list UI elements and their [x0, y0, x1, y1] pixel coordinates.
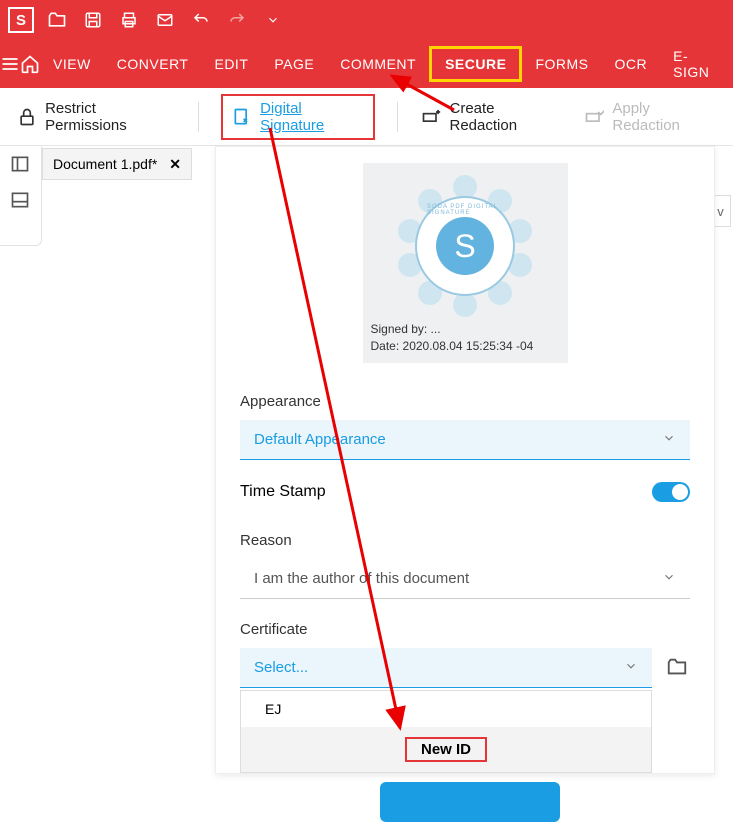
- restrict-permissions-label: Restrict Permissions: [45, 100, 176, 134]
- redo-icon: [224, 7, 250, 33]
- appearance-value: Default Appearance: [254, 431, 386, 448]
- menu-bar: VIEW CONVERT EDIT PAGE COMMENT SECURE FO…: [0, 40, 733, 88]
- separator: [397, 102, 398, 132]
- action-button-partial[interactable]: [380, 782, 560, 822]
- appearance-label: Appearance: [240, 393, 690, 410]
- digital-signature-panel: SODA PDF DIGITAL SIGNATURE S Signed by: …: [215, 146, 715, 774]
- seal-ring-text: SODA PDF DIGITAL SIGNATURE: [427, 204, 513, 216]
- certificate-options-list: EJ New ID: [240, 690, 652, 773]
- undo-icon[interactable]: [188, 7, 214, 33]
- signature-preview: SODA PDF DIGITAL SIGNATURE S Signed by: …: [363, 163, 568, 363]
- mail-icon[interactable]: [152, 7, 178, 33]
- menu-comment[interactable]: COMMENT: [327, 40, 429, 88]
- title-bar: S: [0, 0, 733, 40]
- browse-certificate-icon[interactable]: [666, 656, 690, 680]
- close-tab-icon[interactable]: ✕: [169, 156, 181, 173]
- tab-strip: Document 1.pdf* ✕: [42, 146, 192, 182]
- redaction-apply-icon: [583, 106, 604, 128]
- side-panel-toggles: [0, 146, 42, 246]
- signed-by-text: Signed by: ...: [371, 321, 560, 338]
- home-icon[interactable]: [20, 40, 40, 88]
- menu-forms[interactable]: FORMS: [522, 40, 601, 88]
- chevron-down-icon: [662, 570, 676, 588]
- signature-meta: Signed by: ... Date: 2020.08.04 15:25:34…: [371, 321, 560, 355]
- document-tab[interactable]: Document 1.pdf* ✕: [42, 148, 192, 180]
- panel-toggle-bottom-icon[interactable]: [10, 190, 32, 212]
- menu-view[interactable]: VIEW: [40, 40, 104, 88]
- seal-center-letter: S: [436, 217, 494, 275]
- signed-date-text: Date: 2020.08.04 15:25:34 -04: [371, 338, 560, 355]
- redaction-create-icon: [420, 106, 441, 128]
- app-logo[interactable]: S: [8, 7, 34, 33]
- create-redaction-label: Create Redaction: [450, 100, 562, 134]
- menu-ocr[interactable]: OCR: [602, 40, 661, 88]
- signature-icon: [231, 106, 252, 128]
- restrict-permissions-button[interactable]: Restrict Permissions: [16, 100, 176, 134]
- open-icon[interactable]: [44, 7, 70, 33]
- apply-redaction-button: Apply Redaction: [583, 100, 717, 134]
- time-stamp-row: Time Stamp: [240, 482, 690, 502]
- appearance-dropdown[interactable]: Default Appearance: [240, 420, 690, 460]
- time-stamp-toggle[interactable]: [652, 482, 690, 502]
- menu-page[interactable]: PAGE: [261, 40, 327, 88]
- menu-secure[interactable]: SECURE: [429, 46, 522, 82]
- secure-toolbar: Restrict Permissions Digital Signature C…: [0, 88, 733, 146]
- hamburger-icon[interactable]: [0, 40, 20, 88]
- certificate-option[interactable]: EJ: [241, 691, 651, 727]
- app-header: S VIEW CONVERT EDIT PAGE: [0, 0, 733, 88]
- reason-label: Reason: [240, 532, 690, 549]
- menu-esign[interactable]: E-SIGN: [660, 40, 722, 88]
- chevron-down-icon: [662, 431, 676, 449]
- new-id-button[interactable]: New ID: [241, 727, 651, 772]
- certificate-label: Certificate: [240, 621, 690, 638]
- digital-signature-label: Digital Signature: [260, 100, 365, 134]
- menu-convert[interactable]: CONVERT: [104, 40, 202, 88]
- document-tab-title: Document 1.pdf*: [53, 156, 157, 172]
- menu-batch[interactable]: BAT: [722, 40, 733, 88]
- chevron-down-icon: [624, 659, 638, 677]
- reason-value: I am the author of this document: [254, 570, 469, 587]
- create-redaction-button[interactable]: Create Redaction: [420, 100, 561, 134]
- separator: [198, 102, 199, 132]
- certificate-dropdown[interactable]: Select... EJ New ID: [240, 648, 652, 773]
- save-icon[interactable]: [80, 7, 106, 33]
- time-stamp-label: Time Stamp: [240, 483, 326, 501]
- more-dropdown-icon[interactable]: [260, 7, 286, 33]
- new-id-label: New ID: [405, 737, 487, 762]
- menu-edit[interactable]: EDIT: [201, 40, 261, 88]
- certificate-placeholder: Select...: [254, 659, 308, 676]
- lock-icon: [16, 106, 37, 128]
- digital-signature-button[interactable]: Digital Signature: [221, 94, 375, 140]
- print-icon[interactable]: [116, 7, 142, 33]
- apply-redaction-label: Apply Redaction: [612, 100, 717, 134]
- reason-dropdown[interactable]: I am the author of this document: [240, 559, 690, 599]
- panel-toggle-left-icon[interactable]: [10, 154, 32, 176]
- signature-seal: SODA PDF DIGITAL SIGNATURE S: [400, 181, 530, 311]
